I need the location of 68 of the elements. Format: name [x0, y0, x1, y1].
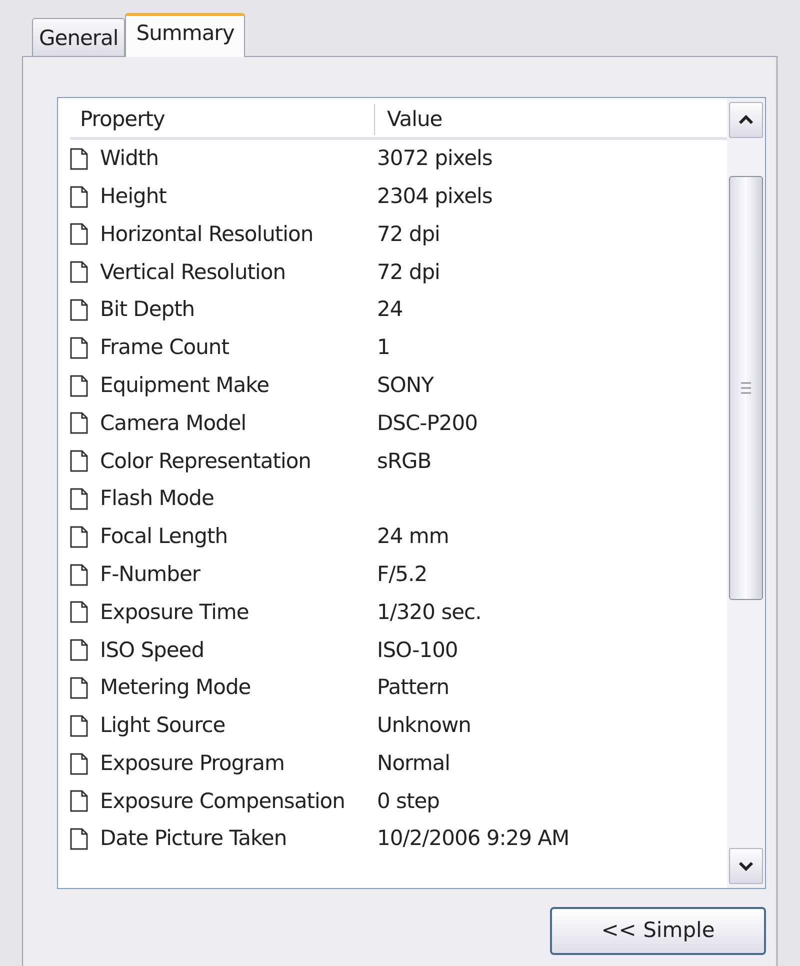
property-value: 72 dpi: [377, 258, 440, 286]
document-icon: [70, 828, 88, 850]
property-name: Frame Count: [100, 334, 229, 362]
property-name: Flash Mode: [100, 485, 214, 512]
tab[interactable]: Summary: [125, 13, 246, 57]
property-name: ISO Speed: [100, 636, 204, 664]
property-value: 72 dpi: [377, 220, 440, 248]
simple-button[interactable]: << Simple: [550, 907, 766, 955]
property-value: 10/2/2006 9:29 AM: [377, 825, 570, 852]
column-header[interactable]: Property: [70, 104, 375, 136]
tab[interactable]: General: [32, 18, 126, 56]
property-name: Bit Depth: [100, 296, 195, 324]
document-icon: [70, 412, 88, 434]
property-name: Equipment Make: [100, 372, 269, 399]
property-name: Exposure Program: [100, 750, 284, 777]
document-icon: [70, 186, 88, 208]
document-icon: [70, 639, 88, 662]
property-name: Horizontal Resolution: [100, 220, 314, 248]
property-name: Vertical Resolution: [100, 258, 286, 286]
property-value: 24 mm: [377, 523, 449, 550]
property-name: Height: [100, 182, 166, 210]
scroll-up-button[interactable]: [729, 102, 763, 138]
scrollbar[interactable]: [727, 98, 765, 888]
property-value: 1/320 sec.: [377, 598, 482, 626]
document-icon: [70, 790, 88, 812]
document-icon: [70, 677, 88, 700]
document-icon: [70, 223, 88, 246]
document-icon: [70, 752, 88, 775]
property-value: sRGB: [377, 448, 432, 475]
scroll-thumb[interactable]: [729, 176, 763, 600]
document-icon: [70, 148, 88, 170]
document-icon: [70, 601, 88, 624]
property-name: Focal Length: [100, 523, 228, 550]
document-icon: [70, 261, 88, 284]
property-name: Light Source: [100, 712, 226, 740]
property-value: 1: [377, 334, 390, 362]
document-icon: [70, 488, 88, 510]
property-value: DSC-P200: [377, 410, 478, 437]
property-value: Unknown: [377, 712, 471, 740]
document-icon: [70, 564, 88, 586]
property-name: Exposure Compensation: [100, 788, 345, 815]
document-icon: [70, 374, 88, 397]
document-icon: [70, 299, 88, 322]
property-value: 24: [377, 296, 403, 324]
document-icon: [70, 714, 88, 737]
property-name: Camera Model: [100, 410, 246, 437]
document-icon: [70, 526, 88, 548]
property-value: SONY: [377, 372, 434, 399]
grip-icon: [741, 382, 751, 394]
property-name: F-Number: [100, 560, 200, 588]
caret-up-icon: [738, 115, 754, 125]
property-value: Normal: [377, 750, 450, 777]
property-name: Metering Mode: [100, 674, 251, 702]
property-value: 0 step: [377, 788, 440, 815]
property-value: ISO-100: [377, 636, 458, 664]
document-icon: [70, 450, 88, 472]
column-header[interactable]: Value: [375, 104, 442, 136]
property-name: Color Representation: [100, 448, 311, 475]
document-icon: [70, 336, 88, 359]
caret-down-icon: [738, 861, 754, 871]
property-name: Width: [100, 145, 159, 172]
scroll-down-button[interactable]: [729, 848, 763, 884]
property-value: 3072 pixels: [377, 145, 492, 172]
property-name: Exposure Time: [100, 598, 249, 626]
property-value: 2304 pixels: [377, 182, 492, 210]
property-value: Pattern: [377, 674, 450, 702]
property-name: Date Picture Taken: [100, 825, 287, 852]
property-value: F/5.2: [377, 560, 428, 588]
